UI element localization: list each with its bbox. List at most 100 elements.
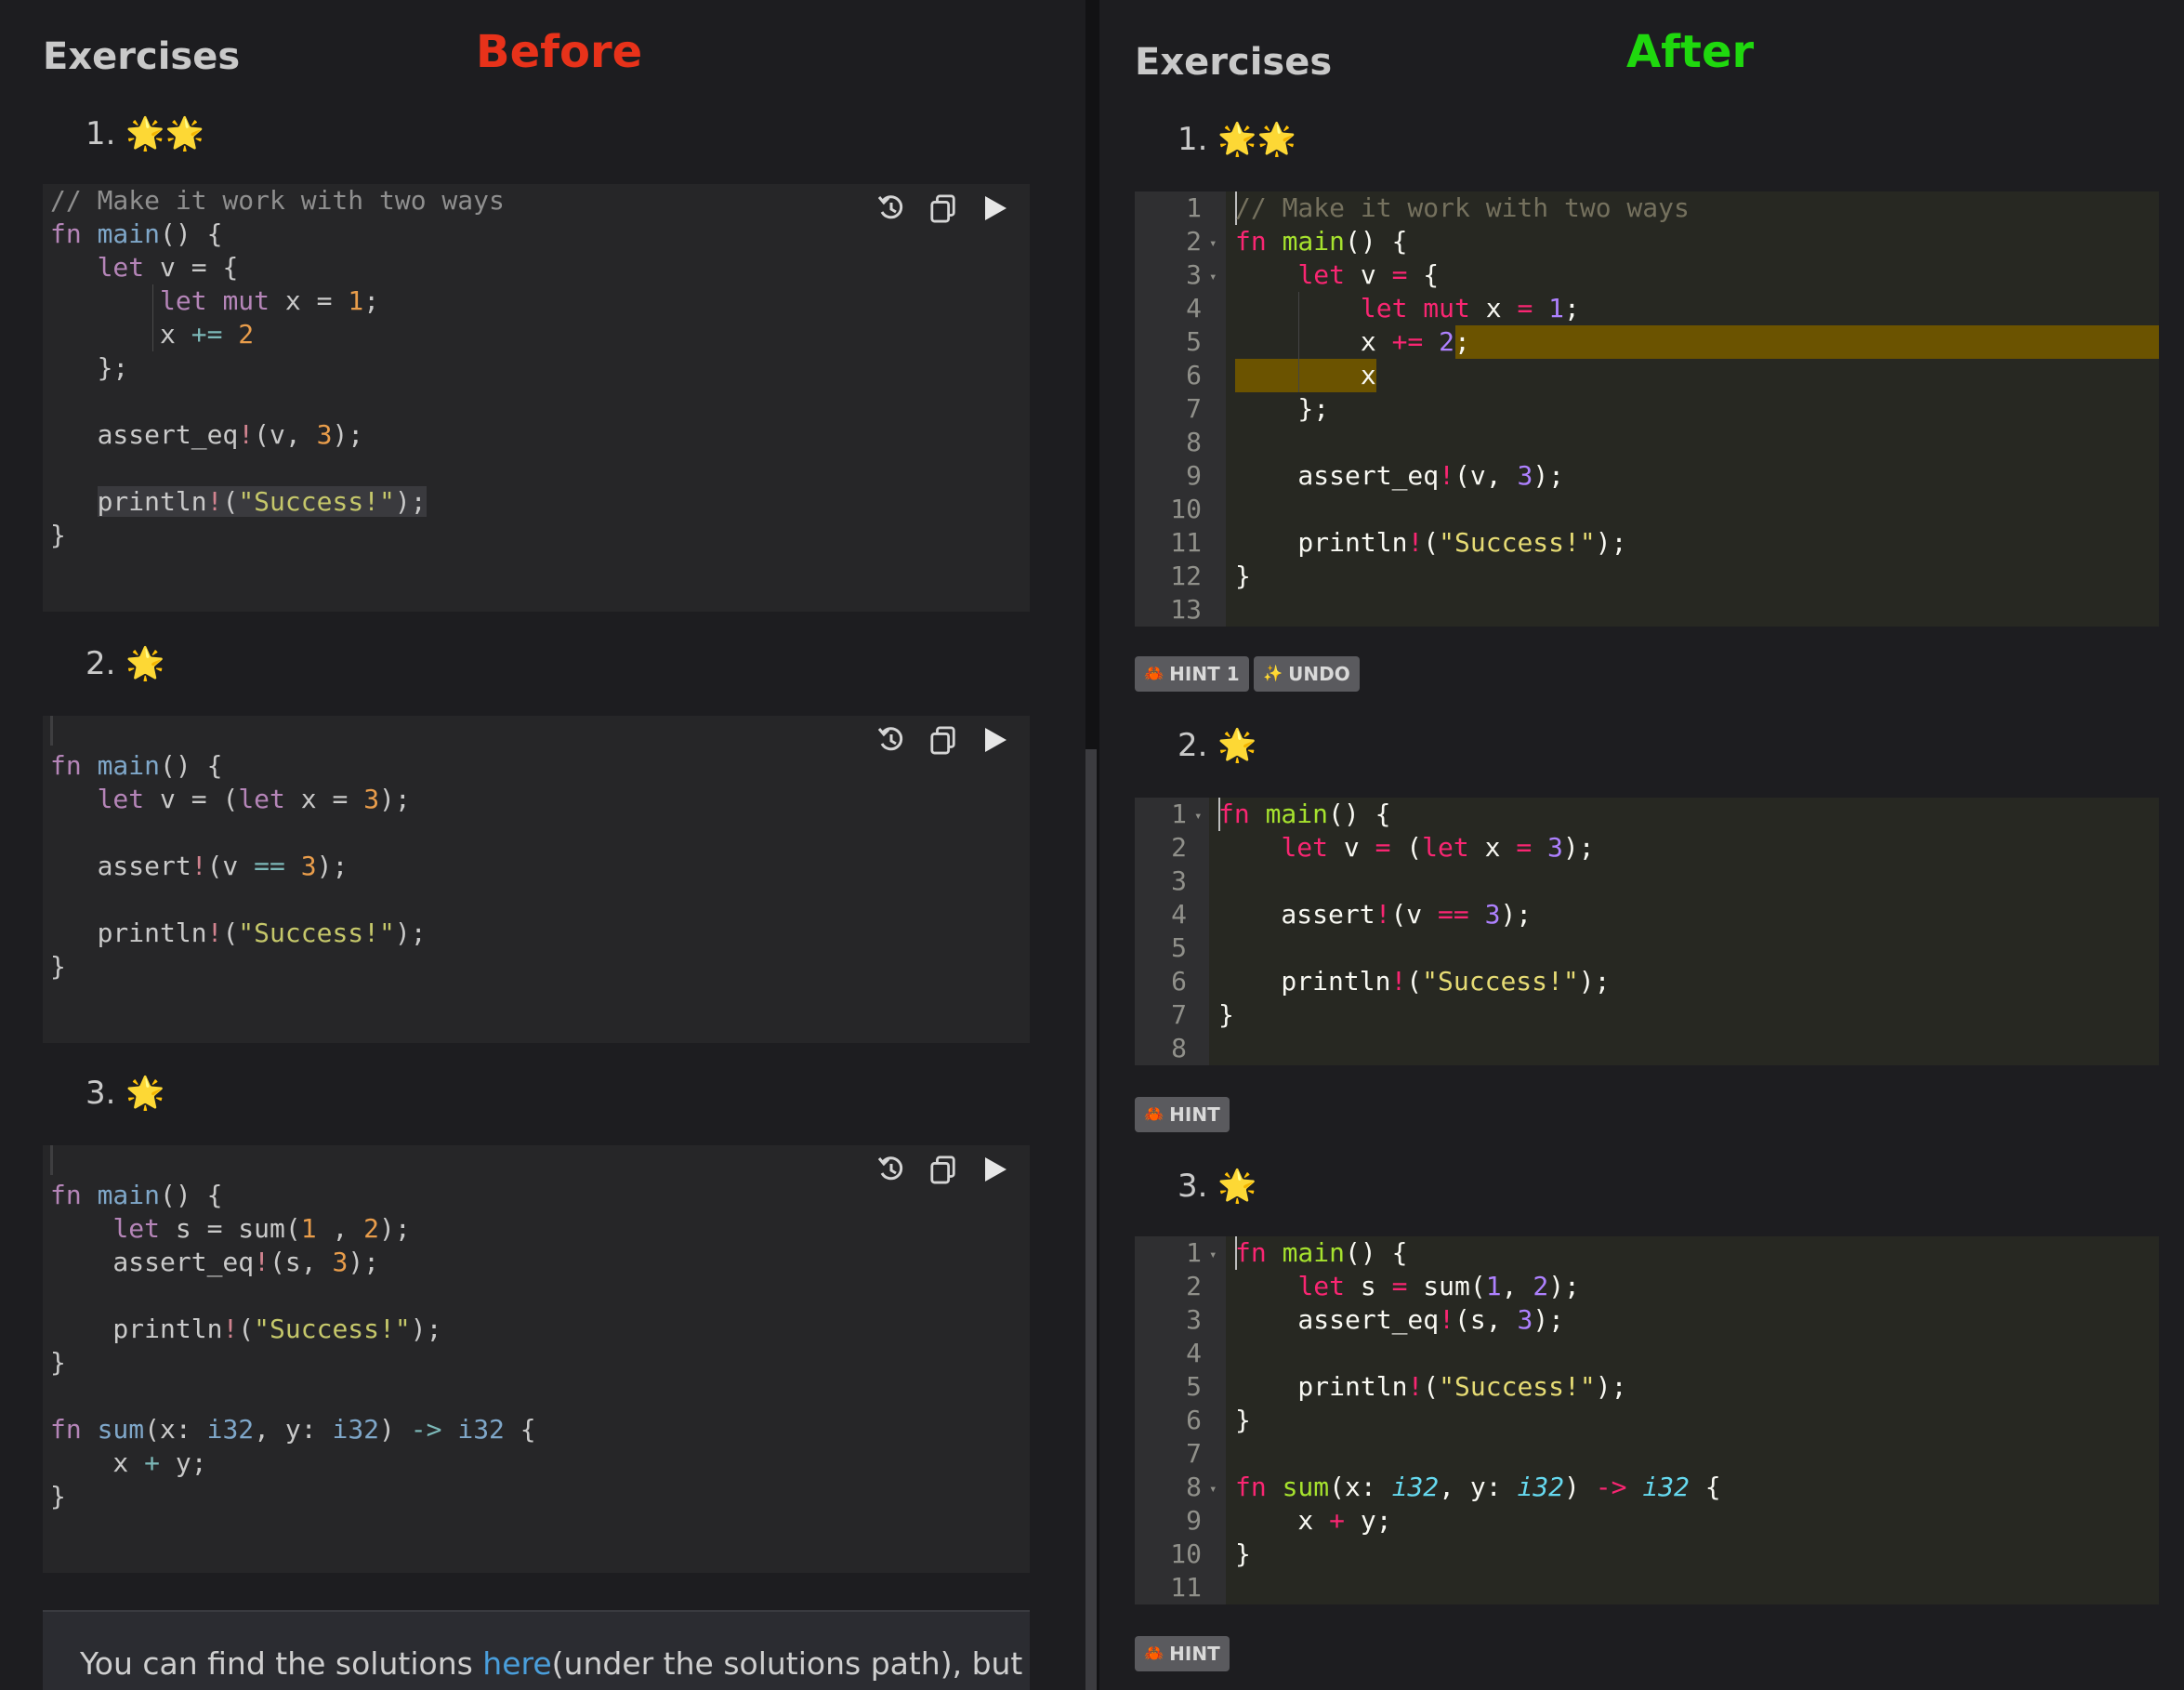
code-line: assert!(v == 3); <box>1218 899 1533 930</box>
after-pane: Exercises After 1. 🌟🌟 1 2 3 4 5 6 7 8 9 … <box>1099 0 2184 1690</box>
line-number: 1 <box>1186 192 1202 223</box>
line-number: 8 <box>1171 1033 1187 1063</box>
before-pane: Exercises Before 1. 🌟🌟 // Make it work w… <box>0 0 1085 1690</box>
star-icon: 🌟 <box>1217 1168 1257 1205</box>
copy-icon[interactable] <box>929 191 957 225</box>
exercise-2-heading: 2. 🌟 <box>86 645 165 682</box>
code-line: fn main() { <box>50 750 223 781</box>
copy-icon[interactable] <box>929 723 957 757</box>
code-line: fn main() { <box>1218 799 1391 829</box>
star-icon: 🌟 <box>125 1075 165 1112</box>
code-block-3[interactable]: fn main() { let s = sum(1 , 2); assert_e… <box>43 1145 1030 1573</box>
code-editor-3[interactable]: 1 2 3 4 5 6 7 8 9 10 11 ▾ ▾ fn main() { … <box>1135 1236 2159 1604</box>
play-icon[interactable] <box>981 191 1009 225</box>
line-number: 9 <box>1186 460 1202 491</box>
code-line: } <box>1235 561 1251 591</box>
line-number: 7 <box>1186 1438 1202 1469</box>
code-block-2[interactable]: fn main() { let v = (let x = 3); assert!… <box>43 716 1030 1043</box>
code-line: println!("Success!"); <box>97 486 427 517</box>
play-icon[interactable] <box>981 1153 1009 1186</box>
diff-highlight <box>1455 325 2159 359</box>
code-line: println!("Success!"); <box>1218 966 1611 997</box>
code-line: let v = { <box>1297 259 1440 290</box>
exercises-heading: Exercises <box>1135 41 1333 84</box>
undo-icon[interactable] <box>877 191 905 225</box>
code-line: } <box>50 520 66 550</box>
line-number: 5 <box>1171 932 1187 963</box>
line-number: 2 <box>1171 832 1187 863</box>
code-line: let v = { <box>97 252 239 283</box>
button-label: HINT <box>1169 1643 1220 1665</box>
code-line: } <box>50 951 66 982</box>
code-editor-1[interactable]: 1 2 3 4 5 6 7 8 9 10 11 12 13 ▾ ▾ // Mak… <box>1135 191 2159 627</box>
code-line: let v = (let x = 3); <box>1281 832 1595 863</box>
exercise-3-heading: 3. 🌟 <box>86 1075 165 1112</box>
line-number: 1 <box>1186 1237 1202 1268</box>
play-icon[interactable] <box>981 723 1009 757</box>
exercise-1-heading: 1. 🌟🌟 <box>86 115 204 152</box>
code-line: let v = (let x = 3); <box>97 784 411 814</box>
code-toolbar <box>877 723 1009 757</box>
before-label: Before <box>476 26 643 78</box>
line-number: 4 <box>1186 1338 1202 1368</box>
line-number: 10 <box>1170 494 1202 524</box>
code-line: fn sum(x: i32, y: i32) -> i32 { <box>1235 1472 1721 1502</box>
line-number: 11 <box>1170 1572 1202 1603</box>
line-number: 6 <box>1186 1405 1202 1435</box>
exercise-number: 2. <box>1178 727 1208 764</box>
exercise-number: 3. <box>1178 1168 1208 1205</box>
fold-arrow-icon[interactable]: ▾ <box>1209 236 1217 251</box>
line-number: 12 <box>1170 561 1202 591</box>
code-editor-2[interactable]: 1 2 3 4 5 6 7 8 ▾ fn main() { let v = (l… <box>1135 798 2159 1065</box>
star-icon: 🌟🌟 <box>125 115 204 152</box>
scrollbar-thumb[interactable] <box>1085 749 1097 1690</box>
line-number: 13 <box>1170 594 1202 625</box>
undo-button[interactable]: ✨ UNDO <box>1254 656 1360 692</box>
code-line: let s = sum(1 , 2); <box>112 1213 411 1244</box>
button-label: HINT 1 <box>1169 663 1240 685</box>
line-number: 9 <box>1186 1505 1202 1536</box>
code-line: } <box>50 1481 66 1512</box>
code-block-1[interactable]: // Make it work with two ways fn main() … <box>43 184 1030 612</box>
code-line: let s = sum(1, 2); <box>1297 1271 1580 1301</box>
fold-arrow-icon[interactable]: ▾ <box>1209 1482 1217 1497</box>
undo-icon[interactable] <box>877 723 905 757</box>
fold-arrow-icon[interactable]: ▾ <box>1209 1248 1217 1262</box>
line-number: 4 <box>1171 899 1187 930</box>
fold-arrow-icon[interactable]: ▾ <box>1194 809 1202 824</box>
undo-icon[interactable] <box>877 1153 905 1186</box>
crab-icon: 🦀 <box>1144 665 1164 683</box>
code-line: println!("Success!"); <box>1235 1371 1627 1402</box>
code-line: fn main() { <box>1235 1237 1408 1268</box>
code-line: let mut x = 1; <box>1360 293 1580 323</box>
star-icon: 🌟 <box>125 645 165 682</box>
button-label: UNDO <box>1288 663 1350 685</box>
line-number: 5 <box>1186 326 1202 357</box>
fold-arrow-icon[interactable]: ▾ <box>1209 270 1217 284</box>
line-number: 3 <box>1186 259 1202 290</box>
copy-icon[interactable] <box>929 1153 957 1186</box>
hint-button[interactable]: 🦀 HINT <box>1135 1636 1230 1671</box>
code-line: } <box>50 1347 66 1378</box>
solutions-link[interactable]: here <box>482 1645 551 1682</box>
hint-1-button[interactable]: 🦀 HINT 1 <box>1135 656 1249 692</box>
crab-icon: 🦀 <box>1144 1105 1164 1124</box>
star-icon: 🌟 <box>1217 727 1257 764</box>
code-line: assert_eq!(s, 3); <box>1235 1304 1565 1335</box>
exercise-number: 3. <box>86 1075 116 1112</box>
code-line: x <box>1235 360 1376 390</box>
code-line: assert_eq!(v, 3); <box>50 419 364 450</box>
line-number: 11 <box>1170 527 1202 558</box>
exercise-number: 2. <box>86 645 116 682</box>
code-line: println!("Success!"); <box>50 1314 442 1344</box>
code-line: }; <box>50 352 129 383</box>
cursor-caret <box>50 1145 53 1175</box>
line-number: 7 <box>1171 999 1187 1030</box>
code-line: x + y; <box>1235 1505 1392 1536</box>
code-line: let mut x = 1; <box>160 285 380 316</box>
exercise-2-heading: 2. 🌟 <box>1178 727 1257 764</box>
after-label: After <box>1626 26 1755 78</box>
solutions-notice: You can find the solutions here(under th… <box>43 1610 1030 1690</box>
line-number: 2 <box>1186 226 1202 257</box>
hint-button[interactable]: 🦀 HINT <box>1135 1097 1230 1132</box>
